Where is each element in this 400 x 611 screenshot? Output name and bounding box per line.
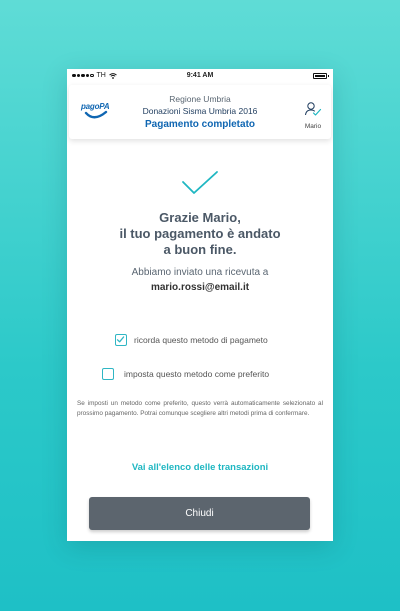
remember-method-label: ricorda questo metodo di pagameto [134, 335, 268, 345]
thanks-line-3: a buon fine. [163, 242, 237, 257]
preferred-method-checkbox[interactable] [102, 368, 114, 380]
header-text: Regione Umbria Donazioni Sisma Umbria 20… [109, 93, 291, 132]
phone-screen: TH 9:41 AM pagoPA Regione Umbria Donazio… [67, 69, 333, 541]
user-profile[interactable]: Mario [301, 101, 325, 130]
preferred-method-note: Se imposti un metodo come preferito, que… [77, 400, 323, 417]
close-button[interactable]: Chiudi [89, 497, 310, 530]
thanks-message: Grazie Mario, il tuo pagamento è andato … [67, 210, 333, 258]
remember-method-option[interactable]: ricorda questo metodo di pagameto [115, 334, 268, 346]
header-card: pagoPA Regione Umbria Donazioni Sisma Um… [69, 85, 331, 139]
transactions-link[interactable]: Vai all'elenco delle transazioni [67, 462, 333, 473]
status-time: 9:41 AM [186, 72, 214, 79]
logo-swoosh-icon [84, 110, 108, 119]
user-verified-icon [305, 102, 322, 116]
thanks-line-1: Grazie Mario, [159, 210, 241, 225]
checkmark-icon [116, 336, 125, 343]
campaign-title: Donazioni Sisma Umbria 2016 [142, 106, 258, 116]
user-name: Mario [304, 123, 322, 130]
payment-status: Pagamento completato [144, 119, 256, 130]
status-bar: TH 9:41 AM [67, 69, 333, 83]
thanks-line-2: il tuo pagamento è andato [119, 226, 281, 241]
preferred-method-option[interactable]: imposta questo metodo come preferito [102, 368, 269, 380]
remember-method-checkbox[interactable] [115, 334, 127, 346]
receipt-text: Abbiamo inviato una ricevuta a [131, 267, 269, 278]
success-check-icon [182, 171, 218, 194]
battery-icon [313, 73, 329, 79]
receipt-email: mario.rossi@email.it [150, 282, 250, 293]
preferred-method-label: imposta questo metodo come preferito [124, 369, 270, 379]
region-label: Regione Umbria [169, 94, 231, 104]
